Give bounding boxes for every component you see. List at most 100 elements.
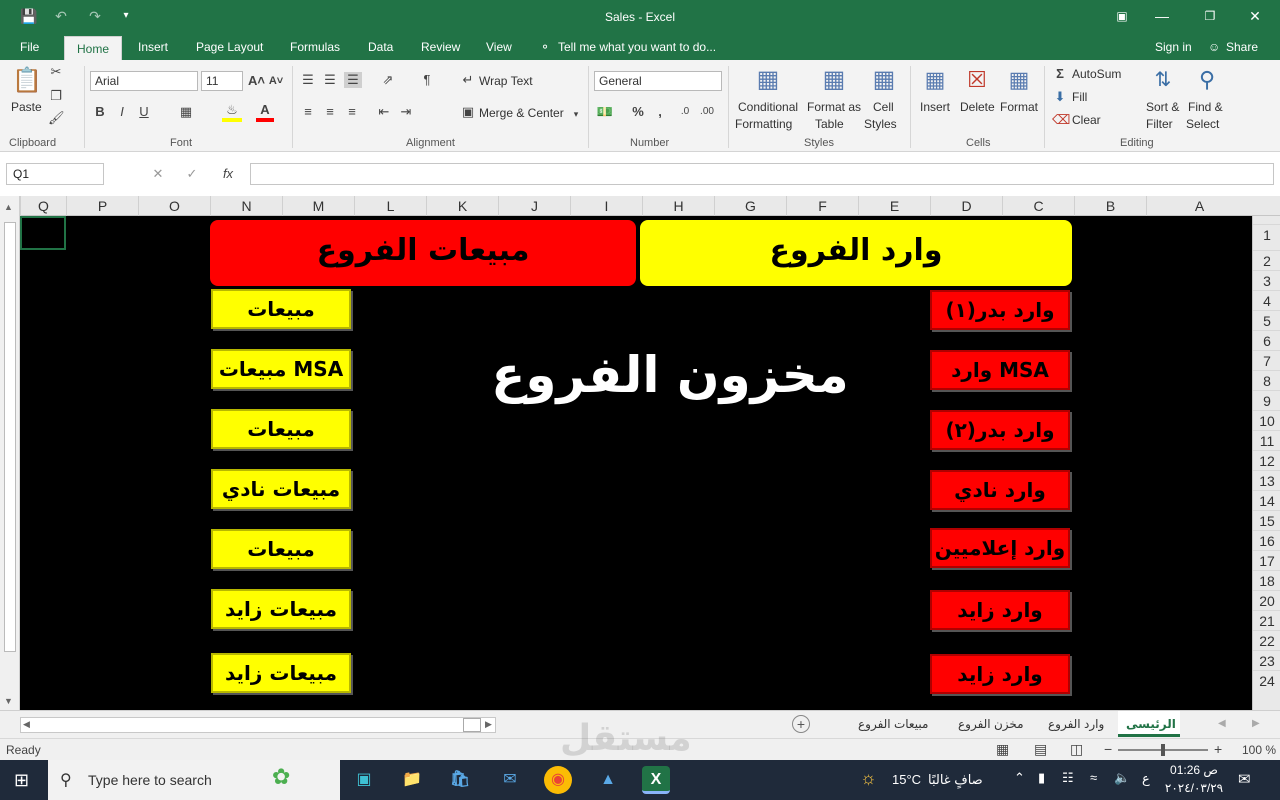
tab-file[interactable]: File (12, 34, 47, 60)
row-header[interactable]: 6 (1253, 330, 1280, 350)
name-box[interactable]: Q1 (6, 163, 104, 185)
tray-chevron-icon[interactable]: ⌃ (1014, 770, 1025, 786)
row-header[interactable]: 4 (1253, 290, 1280, 310)
number-format-select[interactable]: General (594, 71, 722, 91)
sales-button[interactable]: مبيعات MSA (211, 349, 351, 389)
sales-button[interactable]: مبيعات زايد (211, 589, 351, 629)
vertical-scrollbar[interactable]: ▲ ▼ (0, 196, 20, 710)
italic-button[interactable]: I (114, 104, 130, 120)
zoom-slider-thumb[interactable] (1161, 744, 1165, 756)
prev-sheet-icon[interactable]: ◀ (1218, 718, 1226, 729)
mail-icon[interactable]: ✉ (496, 766, 524, 794)
comma-icon[interactable]: , (652, 104, 668, 120)
horizontal-scrollbar[interactable]: ◀ ▶ (20, 717, 496, 733)
row-header[interactable]: 20 (1253, 590, 1280, 610)
column-header[interactable]: H (642, 196, 714, 216)
align-left-icon[interactable]: ≡ (300, 104, 316, 120)
tab-data[interactable]: Data (360, 34, 401, 60)
row-header[interactable]: 12 (1253, 450, 1280, 470)
format-cells-button[interactable]: Format (1000, 100, 1038, 114)
ribbon-display-icon[interactable]: ▣ (1112, 4, 1132, 28)
sales-button[interactable]: مبيعات نادي (211, 469, 351, 509)
row-header[interactable]: 24 (1253, 670, 1280, 690)
weather-text[interactable]: صافٍ غالبًا (928, 772, 983, 788)
cancel-entry-icon[interactable]: ✕ (150, 166, 166, 182)
clock-date[interactable]: ٢٠٢٤/٠٣/٢٩ (1162, 781, 1226, 795)
tab-home[interactable]: Home (64, 36, 122, 60)
normal-view-icon[interactable]: ▦ (996, 741, 1009, 758)
increase-decimal-icon[interactable]: .0 (676, 104, 694, 120)
row-header[interactable]: 11 (1253, 430, 1280, 450)
column-header[interactable]: G (714, 196, 786, 216)
incoming-button[interactable]: وارد بدر(١) (930, 290, 1070, 330)
hscroll-thumb[interactable] (463, 718, 481, 732)
minimize-icon[interactable]: — (1152, 4, 1172, 28)
page-layout-view-icon[interactable]: ▤ (1034, 741, 1047, 758)
align-top-icon[interactable]: ☰ (300, 72, 316, 88)
confirm-entry-icon[interactable]: ✓ (184, 166, 200, 182)
delete-cells-button[interactable]: Delete (960, 100, 995, 114)
excel-taskbar-icon[interactable]: X (642, 766, 670, 794)
row-header[interactable]: 1 (1253, 224, 1280, 244)
sales-button[interactable]: مبيعات (211, 409, 351, 449)
column-header[interactable]: I (570, 196, 642, 216)
row-header[interactable]: 9 (1253, 390, 1280, 410)
autosum-button[interactable]: AutoSum (1072, 67, 1121, 81)
row-header[interactable]: 17 (1253, 550, 1280, 570)
conditional-formatting-label2[interactable]: Formatting (735, 117, 792, 131)
row-header[interactable]: 23 (1253, 650, 1280, 670)
sort-filter-label1[interactable]: Sort & (1146, 100, 1179, 114)
row-header[interactable]: 10 (1253, 410, 1280, 430)
zoom-level[interactable]: 100 % (1242, 743, 1276, 757)
paste-icon[interactable]: 📋 (12, 66, 42, 96)
tab-review[interactable]: Review (413, 34, 468, 60)
cell-styles-label1[interactable]: Cell (873, 100, 894, 114)
tab-view[interactable]: View (478, 34, 520, 60)
windows-start-icon[interactable]: ⊞ (14, 770, 34, 790)
format-as-table-label2[interactable]: Table (815, 117, 844, 131)
photos-icon[interactable]: ▲ (594, 766, 622, 794)
fill-button[interactable]: Fill (1072, 90, 1087, 104)
decrease-indent-icon[interactable]: ⇤ (376, 104, 392, 120)
sales-button[interactable]: مبيعات زايد (211, 653, 351, 693)
incoming-button[interactable]: وارد نادي (930, 470, 1070, 510)
row-header[interactable]: 5 (1253, 310, 1280, 330)
wifi-icon[interactable]: ≈ (1090, 770, 1097, 785)
sign-in-link[interactable]: Sign in (1147, 34, 1200, 60)
row-header[interactable]: 21 (1253, 610, 1280, 630)
sheet-tab-incoming[interactable]: وارد الفروع (1040, 711, 1112, 737)
bold-button[interactable]: B (92, 104, 108, 120)
sort-filter-label2[interactable]: Filter (1146, 117, 1173, 131)
share-button[interactable]: Share (1218, 34, 1266, 60)
page-break-view-icon[interactable]: ◫ (1070, 741, 1083, 758)
weather-temp[interactable]: 15°C (892, 772, 921, 787)
format-as-table-label1[interactable]: Format as (807, 100, 861, 114)
row-header[interactable]: 22 (1253, 630, 1280, 650)
row-header[interactable]: 13 (1253, 470, 1280, 490)
scroll-right-icon[interactable]: ▶ (485, 719, 492, 730)
row-header[interactable]: 8 (1253, 370, 1280, 390)
sales-branches-banner[interactable]: مبيعات الفروع (210, 220, 636, 286)
insert-cells-button[interactable]: Insert (920, 100, 950, 114)
column-header[interactable]: M (282, 196, 354, 216)
clear-button[interactable]: Clear (1072, 113, 1101, 127)
zoom-slider[interactable] (1118, 744, 1208, 756)
scroll-down-icon[interactable]: ▼ (4, 696, 13, 706)
column-header[interactable]: O (138, 196, 210, 216)
incoming-button[interactable]: وارد زايد (930, 654, 1070, 694)
incoming-button[interactable]: وارد إعلاميين (930, 528, 1070, 568)
column-header[interactable]: A (1146, 196, 1252, 216)
battery-icon[interactable]: ▮ (1038, 770, 1045, 786)
column-header[interactable]: L (354, 196, 426, 216)
align-bottom-icon[interactable]: ☰ (344, 72, 362, 88)
align-center-icon[interactable]: ≡ (322, 104, 338, 120)
task-view-icon[interactable]: ▣ (350, 766, 378, 794)
increase-indent-icon[interactable]: ⇥ (398, 104, 414, 120)
column-header[interactable]: J (498, 196, 570, 216)
find-select-label1[interactable]: Find & (1188, 100, 1223, 114)
formula-input[interactable] (250, 163, 1274, 185)
scroll-left-icon[interactable]: ◀ (23, 719, 30, 730)
column-header[interactable]: N (210, 196, 282, 216)
currency-icon[interactable]: 💵 (596, 104, 614, 120)
grow-font-icon[interactable]: A˄ (248, 73, 265, 89)
